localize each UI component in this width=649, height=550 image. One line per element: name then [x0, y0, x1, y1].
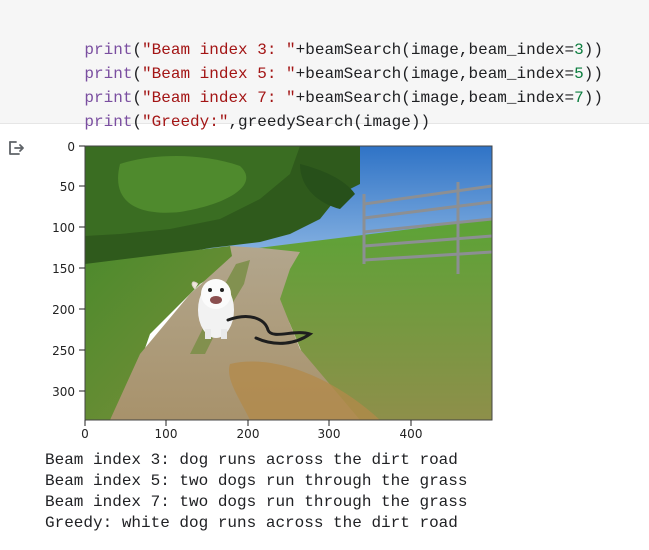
output-line-beam-3: Beam index 3: dog runs across the dirt r…: [45, 451, 458, 469]
output-line-beam-5: Beam index 5: two dogs run through the g…: [45, 472, 468, 490]
x-tick-label: 0: [81, 427, 89, 441]
y-tick-label: 300: [52, 385, 75, 399]
x-axis: 0 100 200 300 400: [81, 420, 422, 441]
close-paren: )): [583, 89, 603, 107]
x-tick-label: 300: [318, 427, 341, 441]
number-literal: 7: [574, 89, 584, 107]
x-tick-label: 400: [400, 427, 423, 441]
x-tick-label: 200: [237, 427, 260, 441]
y-tick-label: 200: [52, 303, 75, 317]
dog-on-dirt-road-photo: [85, 146, 492, 420]
y-tick-label: 100: [52, 221, 75, 235]
x-tick-label: 100: [155, 427, 178, 441]
y-tick-label: 250: [52, 344, 75, 358]
output-line-beam-7: Beam index 7: two dogs run through the g…: [45, 493, 468, 511]
y-tick-label: 0: [67, 140, 75, 154]
image-plot: 0 50 100 150 200 250 300 0 100 200 300 4…: [52, 140, 493, 441]
y-axis: 0 50 100 150 200 250 300: [52, 140, 85, 399]
code-cell[interactable]: print("Beam index 3: "+beamSearch(image,…: [0, 0, 649, 131]
y-tick-label: 150: [52, 262, 75, 276]
y-tick-label: 50: [60, 180, 75, 194]
output-line-greedy: Greedy: white dog runs across the dirt r…: [45, 514, 458, 532]
